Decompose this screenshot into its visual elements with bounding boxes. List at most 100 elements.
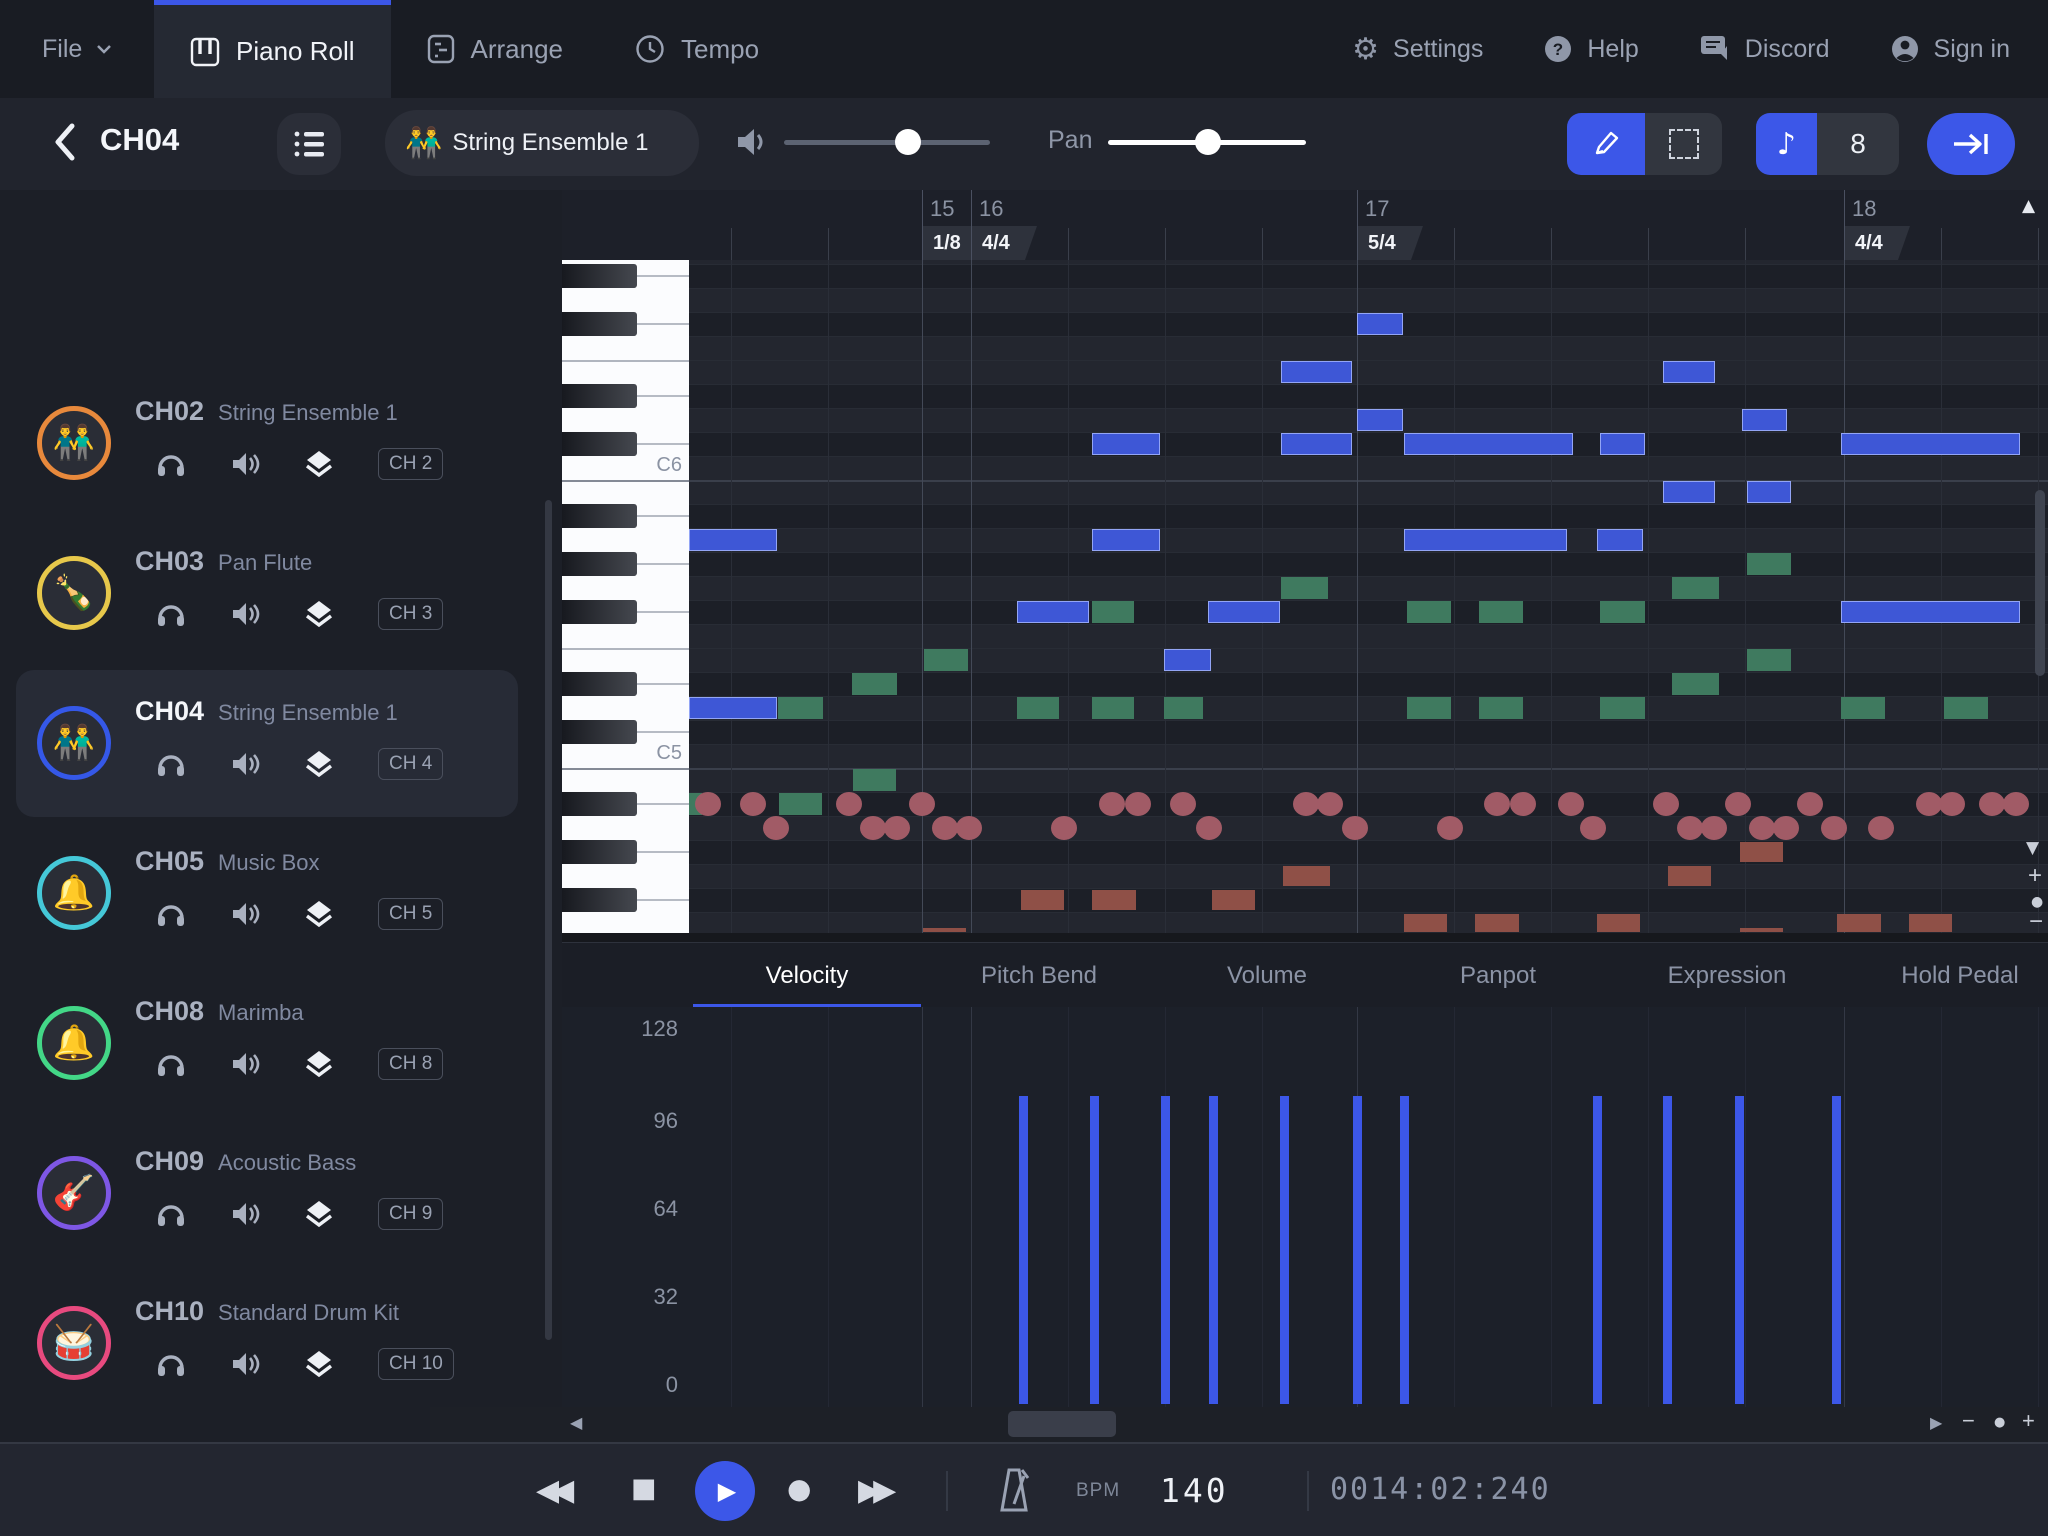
panel-tab-velocity[interactable]: Velocity [717,943,897,1008]
layers-button[interactable] [304,1199,334,1229]
black-key[interactable] [562,600,637,624]
black-key[interactable] [562,720,637,744]
velocity-bar[interactable] [1663,1096,1672,1404]
velocity-panel[interactable]: 1289664320 [562,1007,2048,1407]
panel-tab-expression[interactable]: Expression [1637,943,1817,1008]
midi-note[interactable] [1841,433,2020,455]
volume-slider[interactable] [784,140,990,145]
track-row-ch08[interactable]: 🔔CH08MarimbaCH 8 [16,970,518,1117]
layers-button[interactable] [304,1349,334,1379]
volume-slider-knob[interactable] [895,129,921,155]
velocity-bar[interactable] [1353,1096,1362,1404]
pan-slider[interactable] [1108,140,1306,145]
midi-note[interactable] [1841,601,2020,623]
midi-note[interactable] [1747,481,1791,503]
black-key[interactable] [562,552,637,576]
black-key[interactable] [562,264,637,288]
layers-button[interactable] [304,599,334,629]
note-grid[interactable] [689,260,2048,933]
time-signature-tag[interactable]: 4/4 [1845,226,1910,260]
midi-note[interactable] [689,697,777,719]
solo-button[interactable] [156,600,186,628]
velocity-bar[interactable] [1832,1096,1841,1404]
hzoom-reset-button[interactable]: ● [1994,1415,2005,1430]
selection-tool-button[interactable] [1645,113,1722,175]
black-key[interactable] [562,672,637,696]
file-menu[interactable]: File [42,0,112,98]
black-key[interactable] [562,384,637,408]
midi-note[interactable] [1404,529,1567,551]
midi-note[interactable] [1404,433,1573,455]
forward-button[interactable]: ▶▶ [858,1476,888,1506]
instrument-selector[interactable]: 👬 String Ensemble 1 [385,110,699,176]
pencil-tool-button[interactable] [1567,113,1645,175]
midi-note[interactable] [1357,409,1403,431]
velocity-bar[interactable] [1161,1096,1170,1404]
scroll-left-button[interactable]: ◀ [570,1413,582,1432]
piano-keyboard[interactable]: C6C5 [562,260,689,933]
scroll-up-button[interactable]: ▲ [2022,196,2035,216]
midi-note[interactable] [1208,601,1280,623]
discord-menu-item[interactable]: Discord [1699,34,1830,64]
mute-button[interactable] [230,900,260,928]
mute-button[interactable] [230,600,260,628]
panel-tab-volume[interactable]: Volume [1177,943,1357,1008]
tab-piano-roll[interactable]: Piano Roll [154,0,391,98]
layers-button[interactable] [304,449,334,479]
mute-button[interactable] [230,1050,260,1078]
track-row-ch09[interactable]: 🎸CH09Acoustic BassCH 9 [16,1120,518,1267]
solo-button[interactable] [156,900,186,928]
black-key[interactable] [562,888,637,912]
metronome-button[interactable] [996,1466,1032,1514]
rewind-button[interactable]: ◀◀ [536,1476,566,1506]
time-signature-tag[interactable]: 5/4 [1358,226,1423,260]
zoom-in-button[interactable]: + [2028,862,2042,890]
bpm-value[interactable]: 140 [1160,1471,1229,1510]
midi-note[interactable] [1281,361,1352,383]
play-button[interactable]: ▶ [695,1461,755,1521]
midi-note[interactable] [1164,649,1211,671]
black-key[interactable] [562,312,637,336]
record-button[interactable]: ● [787,1475,811,1503]
settings-menu-item[interactable]: ⚙Settings [1352,32,1483,67]
velocity-bar[interactable] [1593,1096,1602,1404]
layers-button[interactable] [304,899,334,929]
mute-button[interactable] [230,1200,260,1228]
midi-note[interactable] [1663,481,1715,503]
black-key[interactable] [562,432,637,456]
hzoom-in-button[interactable]: + [2022,1408,2035,1434]
tab-tempo[interactable]: Tempo [599,0,795,98]
velocity-bar[interactable] [1090,1096,1099,1404]
solo-button[interactable] [156,1350,186,1378]
note-length-button[interactable]: ♪ [1756,113,1817,175]
mute-button[interactable] [230,750,260,778]
midi-note[interactable] [1742,409,1787,431]
layers-button[interactable] [304,749,334,779]
solo-button[interactable] [156,1200,186,1228]
black-key[interactable] [562,792,637,816]
back-button[interactable] [52,120,78,164]
black-key[interactable] [562,504,637,528]
midi-note[interactable] [1663,361,1715,383]
mute-button[interactable] [230,450,260,478]
horizontal-scrollbar-thumb[interactable] [1008,1411,1116,1437]
velocity-bar[interactable] [1280,1096,1289,1404]
time-signature-tag[interactable]: 4/4 [972,226,1037,260]
midi-note[interactable] [1600,433,1645,455]
scroll-down-button[interactable]: ▼ [2026,838,2039,858]
panel-tab-hold-pedal[interactable]: Hold Pedal [1870,943,2048,1008]
midi-note[interactable] [1017,601,1089,623]
track-row-ch05[interactable]: 🔔CH05Music BoxCH 5 [16,820,518,967]
velocity-bar[interactable] [1735,1096,1744,1404]
measure-ruler[interactable]: 151/8164/4175/4184/4 [562,190,2048,261]
track-list-button[interactable] [277,113,341,175]
midi-note[interactable] [689,529,777,551]
panel-tab-panpot[interactable]: Panpot [1408,943,1588,1008]
midi-note[interactable] [1092,433,1160,455]
jump-to-end-button[interactable] [1927,113,2015,175]
velocity-bar[interactable] [1019,1096,1028,1404]
tab-arrange[interactable]: Arrange [391,0,600,98]
help-menu-item[interactable]: ?Help [1543,34,1638,64]
pan-slider-knob[interactable] [1195,129,1221,155]
track-row-ch03[interactable]: 🍾CH03Pan FluteCH 3 [16,520,518,667]
